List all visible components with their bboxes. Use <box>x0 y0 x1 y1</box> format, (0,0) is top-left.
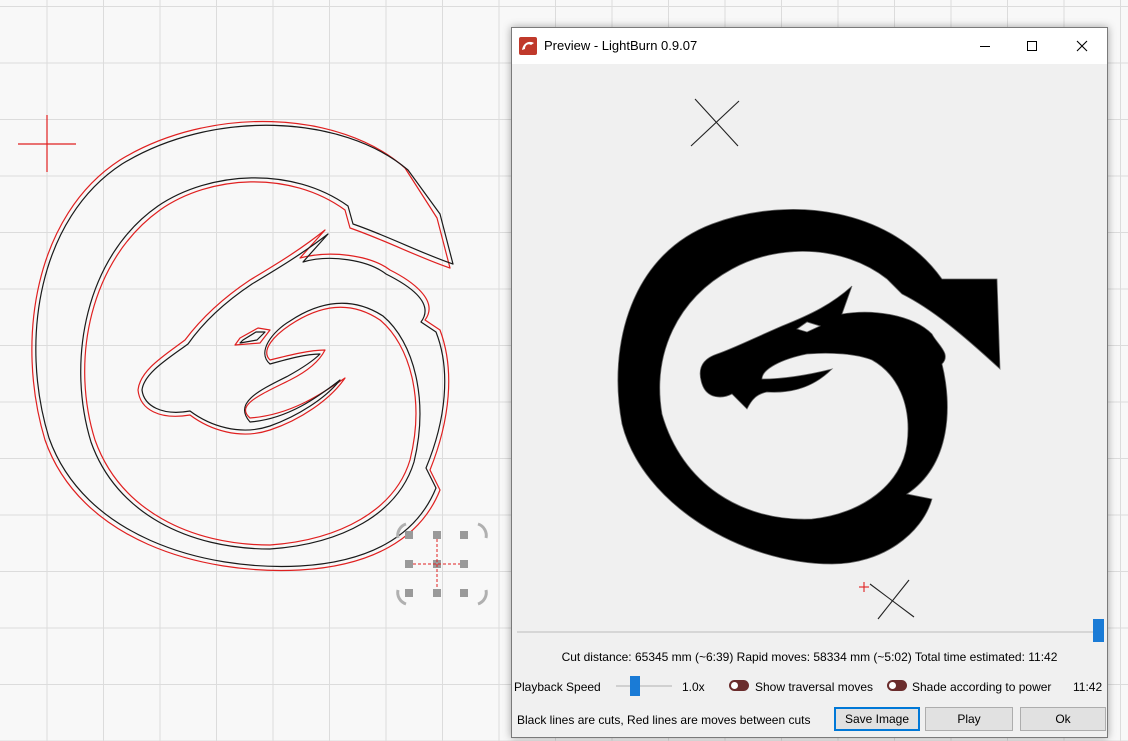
playback-speed-value: 1.0x <box>682 680 705 694</box>
lightburn-logo-icon <box>519 37 537 55</box>
origin-crosshair <box>18 115 76 172</box>
line-legend-note: Black lines are cuts, Red lines are move… <box>517 713 811 727</box>
playback-progress-track[interactable] <box>517 631 1095 633</box>
dialog-footer: Black lines are cuts, Red lines are move… <box>512 707 1107 731</box>
minimize-button[interactable] <box>962 28 1008 64</box>
dragon-outline <box>31 121 454 572</box>
dragon-fill <box>617 209 1001 565</box>
play-button[interactable]: Play <box>925 707 1013 731</box>
shade-toggle-label: Shade according to power <box>912 680 1052 694</box>
shade-toggle[interactable] <box>887 680 907 691</box>
laser-position <box>859 582 869 592</box>
selection-handles[interactable] <box>396 522 488 606</box>
ok-button[interactable]: Ok <box>1020 707 1106 731</box>
minimize-icon <box>980 46 990 47</box>
window-title: Preview - LightBurn 0.9.07 <box>544 38 698 53</box>
save-image-button[interactable]: Save Image <box>834 707 920 731</box>
close-button[interactable] <box>1059 28 1105 64</box>
playback-controls: Playback Speed 1.0x Show traversal moves… <box>512 674 1107 698</box>
start-crosshair <box>690 98 740 147</box>
preview-dialog: Preview - LightBurn 0.9.07 Cut distance:… <box>511 27 1108 738</box>
playback-speed-label: Playback Speed <box>514 680 601 694</box>
playback-speed-slider[interactable] <box>630 676 640 696</box>
maximize-icon <box>1027 41 1037 51</box>
maximize-button[interactable] <box>1009 28 1055 64</box>
playback-progress-handle[interactable] <box>1093 619 1104 642</box>
close-icon <box>1076 40 1088 52</box>
preview-render[interactable] <box>512 64 1107 629</box>
traversal-toggle-label: Show traversal moves <box>755 680 874 694</box>
playback-speed-track[interactable] <box>616 685 672 687</box>
elapsed-time: 11:42 <box>1073 680 1103 694</box>
canvas-artwork <box>18 115 488 606</box>
end-crosshair <box>869 579 915 620</box>
cut-stats: Cut distance: 65345 mm (~6:39) Rapid mov… <box>561 650 1058 664</box>
title-bar[interactable]: Preview - LightBurn 0.9.07 <box>512 28 1107 64</box>
traversal-toggle[interactable] <box>729 680 749 691</box>
